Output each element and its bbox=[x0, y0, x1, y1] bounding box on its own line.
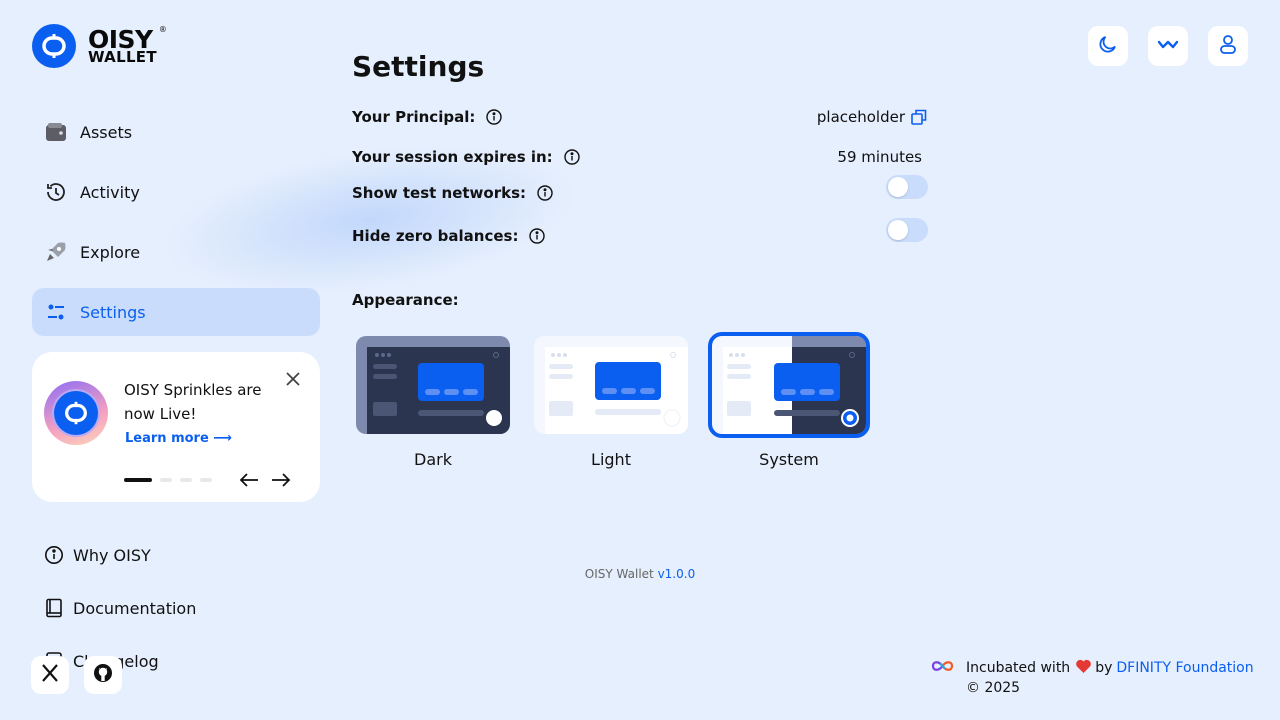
promo-avatar bbox=[44, 381, 108, 445]
user-icon bbox=[1217, 33, 1239, 59]
x-logo-icon bbox=[40, 663, 60, 687]
session-label: Your session expires in: bbox=[352, 148, 553, 166]
version-prefix: OISY Wallet bbox=[584, 567, 654, 581]
app-version: OISY Wallet v1.0.0 bbox=[0, 567, 1280, 581]
wallet-icon bbox=[44, 120, 68, 144]
session-row: Your session expires in: 59 minutes bbox=[352, 145, 928, 169]
info-icon[interactable] bbox=[563, 149, 580, 165]
moon-icon bbox=[1097, 33, 1119, 59]
walletconnect-icon bbox=[1157, 37, 1179, 56]
close-icon[interactable] bbox=[284, 370, 302, 388]
sidebar-item-activity[interactable]: Activity bbox=[32, 168, 320, 216]
oisy-logo[interactable]: OISY WALLET ® bbox=[32, 24, 167, 68]
sidebar-nav: Assets Activity Explore Settings bbox=[32, 108, 320, 348]
promo-carousel: OISY Sprinkles are now Live! Learn more … bbox=[32, 352, 320, 502]
infinity-icon bbox=[931, 660, 954, 676]
test-networks-toggle[interactable] bbox=[886, 175, 928, 199]
theme-option-dark[interactable]: Dark bbox=[356, 336, 510, 469]
why-oisy-link[interactable]: Why OISY bbox=[44, 543, 196, 567]
info-icon[interactable] bbox=[537, 185, 553, 201]
arrow-right-icon[interactable] bbox=[270, 470, 292, 490]
rocket-icon bbox=[44, 240, 68, 264]
theme-option-light[interactable]: Light bbox=[534, 336, 688, 469]
test-networks-row: Show test networks: bbox=[352, 175, 928, 206]
light-theme-preview bbox=[534, 336, 688, 434]
logo-mark-icon bbox=[32, 24, 76, 68]
learn-more-link[interactable]: Learn more ⟶ bbox=[125, 431, 232, 446]
sidebar-item-explore[interactable]: Explore bbox=[32, 228, 320, 276]
user-menu-button[interactable] bbox=[1208, 26, 1248, 66]
principal-label: Your Principal: bbox=[352, 108, 476, 126]
sidebar-item-label: Assets bbox=[80, 122, 133, 142]
by-text: by bbox=[1095, 660, 1113, 676]
incubated-text: Incubated with bbox=[966, 660, 1071, 676]
carousel-dots bbox=[124, 478, 220, 482]
oisy-coin-icon bbox=[54, 391, 98, 435]
logo-wordmark: OISY WALLET ® bbox=[88, 24, 167, 66]
carousel-dot[interactable] bbox=[160, 478, 172, 482]
x-twitter-button[interactable] bbox=[31, 656, 69, 694]
principal-text: placeholder bbox=[816, 108, 905, 126]
version-number[interactable]: v1.0.0 bbox=[658, 567, 696, 581]
dark-theme-preview bbox=[356, 336, 510, 434]
carousel-dot[interactable] bbox=[200, 478, 212, 482]
promo-title: OISY Sprinkles are now Live! bbox=[124, 381, 262, 423]
system-theme-preview bbox=[708, 332, 870, 438]
sliders-icon bbox=[44, 300, 68, 324]
info-icon[interactable] bbox=[529, 228, 546, 244]
zero-balances-label: Hide zero balances: bbox=[352, 227, 519, 245]
toggle-knob bbox=[888, 220, 908, 240]
appearance-label: Appearance: bbox=[352, 291, 459, 309]
sidebar-item-settings[interactable]: Settings bbox=[32, 288, 320, 336]
copyright-text: © 2025 bbox=[966, 680, 1021, 696]
sidebar-item-assets[interactable]: Assets bbox=[32, 108, 320, 156]
theme-label-dark: Dark bbox=[414, 450, 452, 469]
session-value: 59 minutes bbox=[837, 148, 922, 166]
arrow-left-icon[interactable] bbox=[238, 470, 260, 490]
book-icon bbox=[44, 598, 64, 618]
history-icon bbox=[44, 180, 68, 204]
principal-row: Your Principal: placeholder bbox=[352, 105, 928, 129]
sidebar-item-label: Activity bbox=[80, 182, 140, 202]
toggle-knob bbox=[888, 177, 908, 197]
github-button[interactable] bbox=[84, 656, 122, 694]
theme-label-light: Light bbox=[591, 450, 631, 469]
heart-icon bbox=[1075, 659, 1092, 678]
sidebar-item-label: Explore bbox=[80, 242, 141, 262]
carousel-dot[interactable] bbox=[124, 478, 152, 482]
theme-label-system: System bbox=[759, 450, 819, 469]
sidebar-item-label: Settings bbox=[80, 302, 146, 322]
copy-icon[interactable] bbox=[910, 108, 928, 126]
documentation-label: Documentation bbox=[73, 598, 197, 618]
github-icon bbox=[93, 663, 113, 687]
documentation-link[interactable]: Documentation bbox=[44, 596, 196, 620]
info-icon[interactable] bbox=[486, 109, 503, 125]
footer-credits: Incubated with by DFINITY Foundation © 2… bbox=[931, 658, 1254, 696]
info-icon bbox=[44, 545, 64, 565]
dfinity-link[interactable]: DFINITY Foundation bbox=[1116, 660, 1253, 676]
walletconnect-button[interactable] bbox=[1148, 26, 1188, 66]
principal-value: placeholder bbox=[817, 108, 928, 126]
page-title: Settings bbox=[352, 50, 485, 83]
zero-balances-row: Hide zero balances: bbox=[352, 218, 928, 248]
test-networks-label: Show test networks: bbox=[352, 184, 527, 202]
theme-option-system[interactable]: System bbox=[708, 332, 870, 469]
carousel-dot[interactable] bbox=[180, 478, 192, 482]
why-oisy-label: Why OISY bbox=[73, 545, 151, 565]
zero-balances-toggle[interactable] bbox=[886, 218, 928, 242]
theme-toggle-button[interactable] bbox=[1088, 26, 1128, 66]
